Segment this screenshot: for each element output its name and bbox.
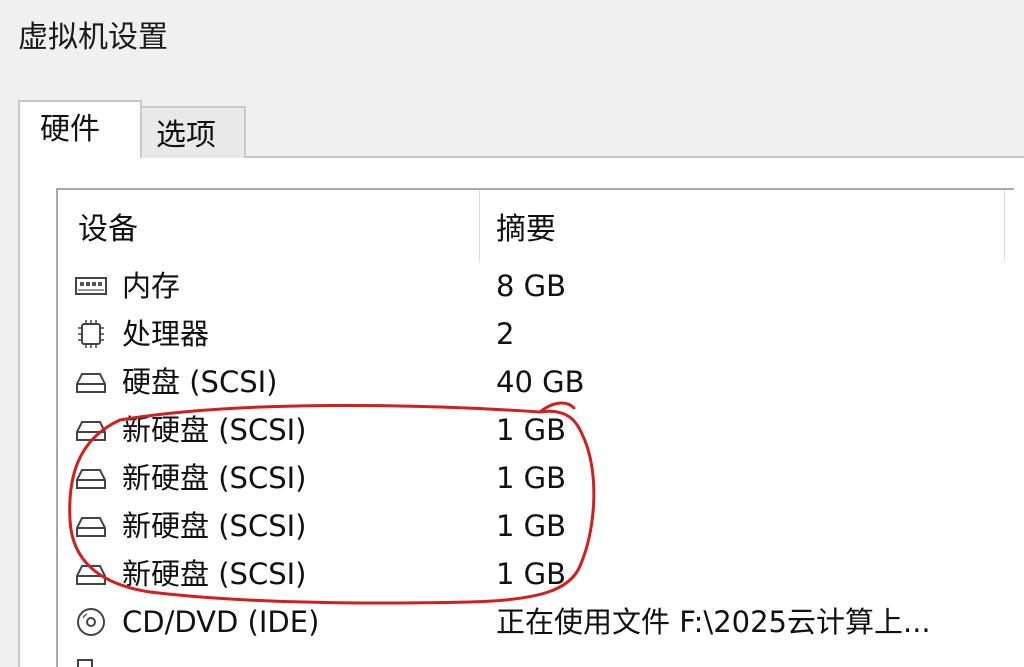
hard-disk-icon xyxy=(74,510,108,542)
column-header-device[interactable]: 设备 xyxy=(78,210,138,250)
tab-options[interactable]: 选项 xyxy=(142,106,246,158)
device-summary: 40 GB xyxy=(496,365,585,399)
device-row-hard-disk[interactable]: 硬盘 (SCSI) 40 GB xyxy=(58,358,1014,406)
device-name: 新硬盘 (SCSI) xyxy=(122,557,307,591)
device-name: 新硬盘 (SCSI) xyxy=(122,461,307,495)
device-list-header: 设备 摘要 xyxy=(58,190,1014,262)
device-row-new-hard-disk[interactable]: 新硬盘 (SCSI) 1 GB xyxy=(58,550,1014,598)
tab-hardware[interactable]: 硬件 xyxy=(18,100,142,158)
processor-icon xyxy=(74,318,108,350)
device-summary: 1 GB xyxy=(496,509,567,543)
device-summary: 8 GB xyxy=(496,269,567,303)
device-summary: 1 GB xyxy=(496,461,567,495)
hard-disk-icon xyxy=(74,366,108,398)
window-title: 虚拟机设置 xyxy=(18,20,168,55)
memory-icon xyxy=(74,270,108,302)
device-name: 新硬盘 (SCSI) xyxy=(122,509,307,543)
tab-bar: 硬件 选项 xyxy=(18,100,246,158)
device-name: 处理器 xyxy=(122,317,210,351)
device-summary: 2 xyxy=(496,317,515,351)
cd-dvd-icon xyxy=(74,606,108,638)
vm-settings-window: 虚拟机设置 硬件 选项 设备 摘要 内存 8 GB 处理器 2 硬盘 (SCSI… xyxy=(0,0,1024,667)
device-row-processor[interactable]: 处理器 2 xyxy=(58,310,1014,358)
device-row-cd-dvd[interactable]: CD/DVD (IDE) 正在使用文件 F:\2025云计算上... xyxy=(58,598,1014,646)
device-row-new-hard-disk[interactable]: 新硬盘 (SCSI) 1 GB xyxy=(58,502,1014,550)
column-divider[interactable] xyxy=(1004,190,1005,262)
device-list[interactable]: 设备 摘要 内存 8 GB 处理器 2 硬盘 (SCSI) 40 GB 新硬盘 … xyxy=(56,188,1014,667)
device-row-partial[interactable] xyxy=(58,646,1014,667)
hard-disk-icon xyxy=(74,414,108,446)
device-row-memory[interactable]: 内存 8 GB xyxy=(58,262,1014,310)
column-header-summary[interactable]: 摘要 xyxy=(496,210,556,250)
device-summary: 1 GB xyxy=(496,557,567,591)
device-name: 硬盘 (SCSI) xyxy=(122,365,278,399)
device-summary: 1 GB xyxy=(496,413,567,447)
device-row-new-hard-disk[interactable]: 新硬盘 (SCSI) 1 GB xyxy=(58,406,1014,454)
hard-disk-icon xyxy=(74,558,108,590)
column-divider[interactable] xyxy=(479,190,480,262)
device-summary: 正在使用文件 F:\2025云计算上... xyxy=(496,605,931,639)
device-row-new-hard-disk[interactable]: 新硬盘 (SCSI) 1 GB xyxy=(58,454,1014,502)
device-name: 新硬盘 (SCSI) xyxy=(122,413,307,447)
hard-disk-icon xyxy=(74,462,108,494)
device-name: CD/DVD (IDE) xyxy=(122,605,320,639)
device-name: 内存 xyxy=(122,269,181,303)
device-icon xyxy=(74,654,108,667)
